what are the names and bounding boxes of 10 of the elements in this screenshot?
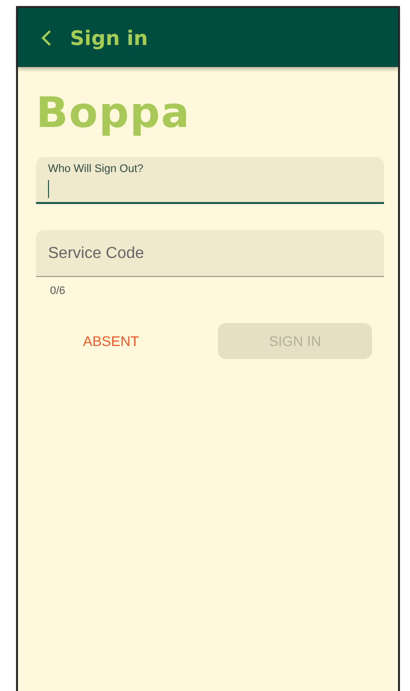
field-label: Who Will Sign Out?: [48, 163, 144, 175]
screen-title: Sign in: [70, 26, 148, 50]
input-field[interactable]: Service Code: [36, 230, 384, 277]
absent-button[interactable]: ABSENT: [36, 323, 186, 359]
character-counter: 0/6: [50, 285, 66, 297]
back-icon[interactable]: [40, 28, 52, 46]
brand-logo: Boppa: [36, 89, 192, 137]
input-field[interactable]: Who Will Sign Out?: [36, 157, 384, 204]
text-cursor: [48, 180, 49, 198]
field-placeholder: Service Code: [48, 244, 144, 264]
